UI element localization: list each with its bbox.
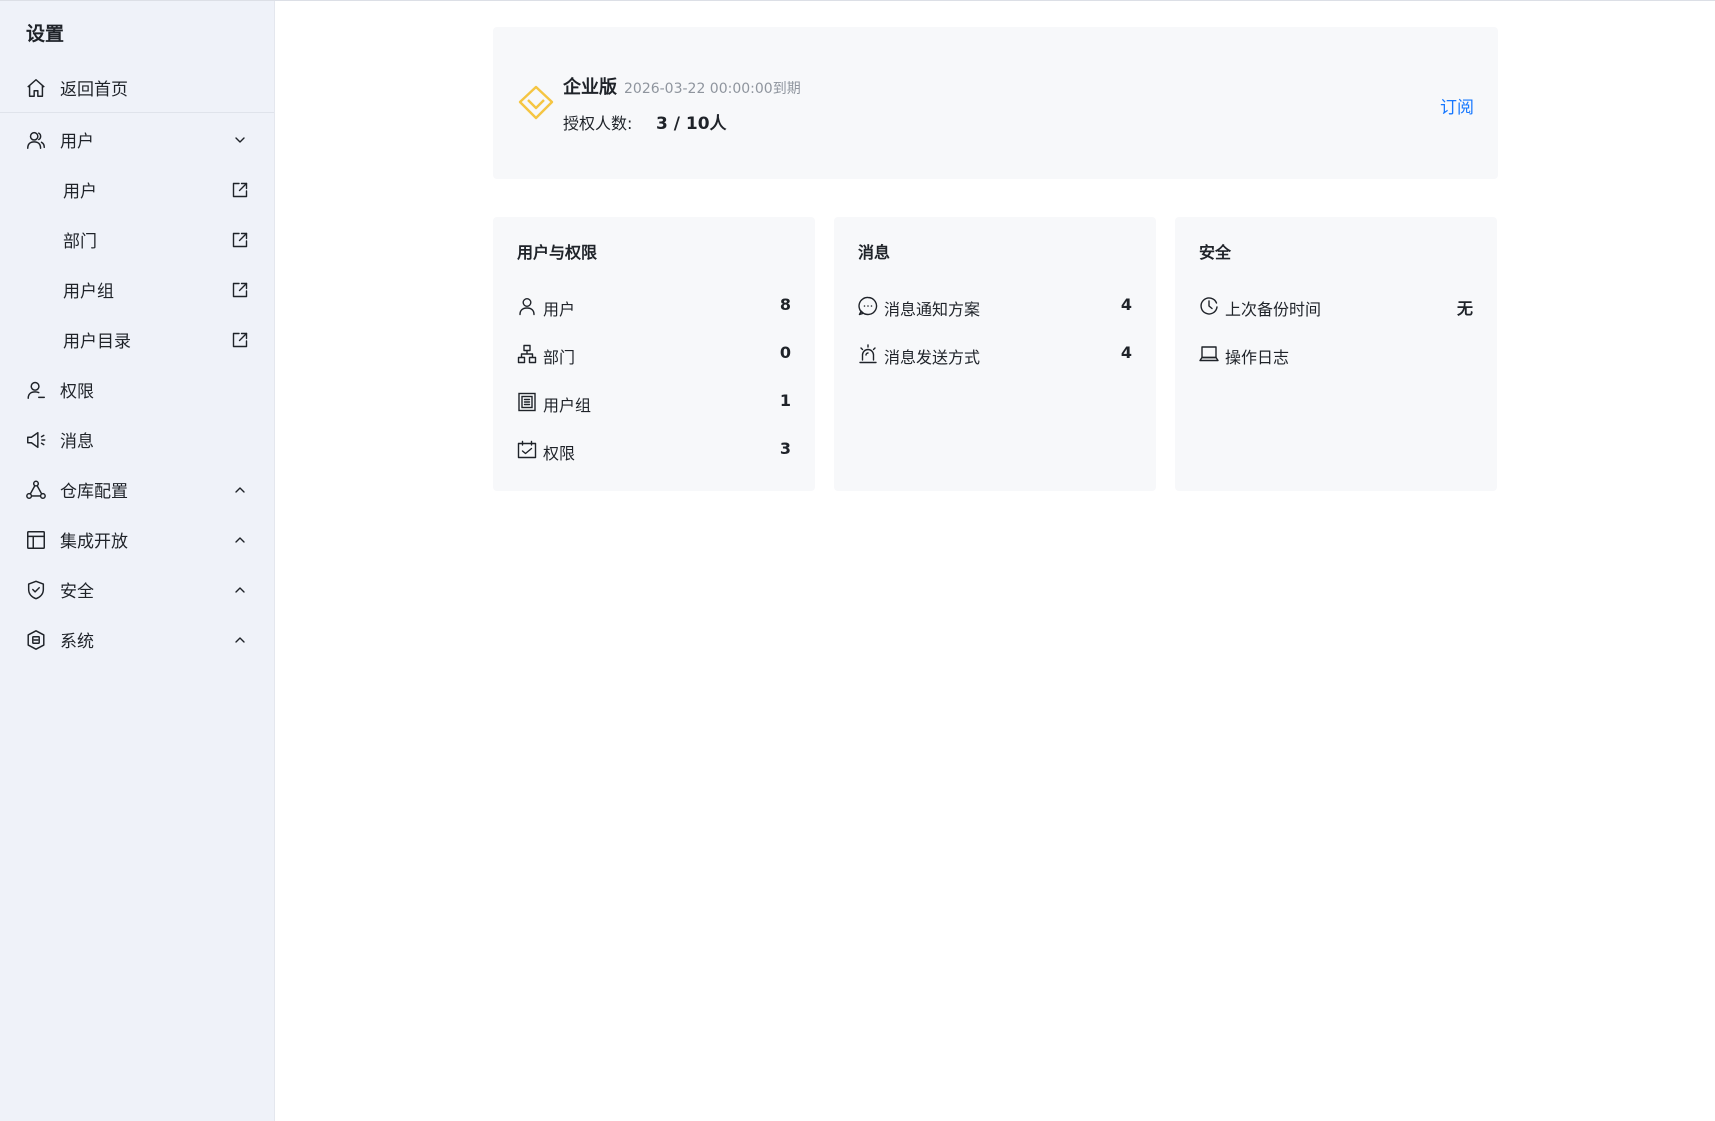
external-link-icon xyxy=(230,230,250,250)
stat-value: 3 xyxy=(779,439,791,458)
stat-label: 用户组 xyxy=(543,396,592,415)
sidebar-item-permissions[interactable]: 权限 xyxy=(0,369,274,409)
stat-label: 消息发送方式 xyxy=(884,348,981,367)
external-link-icon xyxy=(230,280,250,300)
laptop-icon xyxy=(1199,344,1219,364)
sidebar-item-label: 部门 xyxy=(63,231,97,252)
calendar-icon xyxy=(517,440,537,460)
sidebar-item-label: 返回首页 xyxy=(60,79,128,100)
nodes-icon xyxy=(24,478,48,502)
card-security: 安全 上次备份时间 无 操作日志 xyxy=(1175,217,1497,491)
stat-label: 操作日志 xyxy=(1225,348,1290,367)
license-seats-value: 3 / 10人 xyxy=(656,114,727,134)
sidebar-item-integration[interactable]: 集成开放 xyxy=(0,519,274,559)
user-icon xyxy=(517,296,537,316)
stat-label: 上次备份时间 xyxy=(1225,300,1322,319)
stat-row-operation-log[interactable]: 操作日志 xyxy=(1199,339,1473,369)
stat-row-user-groups[interactable]: 用户组 1 xyxy=(517,387,791,417)
megaphone-icon xyxy=(24,428,48,452)
sidebar-item-label: 用户目录 xyxy=(63,331,131,352)
card-title: 用户与权限 xyxy=(517,243,598,262)
sidebar-item-label: 用户组 xyxy=(63,281,114,302)
subscribe-link[interactable]: 订阅 xyxy=(1440,93,1474,118)
sidebar-item-repo-config[interactable]: 仓库配置 xyxy=(0,469,274,509)
chevron-up-icon[interactable] xyxy=(230,580,250,600)
sidebar-subitem-users[interactable]: 用户 xyxy=(0,169,274,209)
license-edition: 企业版 xyxy=(563,77,617,98)
user-key-icon xyxy=(24,378,48,402)
sidebar-subitem-user-groups[interactable]: 用户组 xyxy=(0,269,274,309)
sidebar-item-label: 系统 xyxy=(60,631,94,652)
license-expiry: 2026-03-22 00:00:00到期 xyxy=(624,81,801,97)
card-users-permissions: 用户与权限 用户 8 部门 0 用户组 1 权限 3 xyxy=(493,217,815,491)
sidebar-item-label: 仓库配置 xyxy=(60,481,128,502)
diamond-icon xyxy=(517,83,555,121)
chevron-up-icon[interactable] xyxy=(230,630,250,650)
card-messages: 消息 消息通知方案 4 消息发送方式 4 xyxy=(834,217,1156,491)
sidebar-title: 设置 xyxy=(26,23,65,45)
stat-value: 0 xyxy=(779,343,791,362)
sidebar-item-messages[interactable]: 消息 xyxy=(0,419,274,459)
sidebar-item-users[interactable]: 用户 xyxy=(0,119,274,159)
sidebar-item-label: 消息 xyxy=(60,431,94,452)
stat-row-last-backup[interactable]: 上次备份时间 无 xyxy=(1199,291,1473,321)
home-icon xyxy=(24,76,48,100)
sidebar-subitem-user-directory[interactable]: 用户目录 xyxy=(0,319,274,359)
sidebar-item-label: 集成开放 xyxy=(60,531,128,552)
sidebar-item-label: 权限 xyxy=(60,381,94,402)
license-panel: 企业版 2026-03-22 00:00:00到期 授权人数: 3 / 10人 … xyxy=(493,27,1498,179)
stat-row-users[interactable]: 用户 8 xyxy=(517,291,791,321)
users-icon xyxy=(24,128,48,152)
chevron-down-icon[interactable] xyxy=(230,130,250,150)
stat-label: 用户 xyxy=(543,300,576,319)
card-title: 安全 xyxy=(1199,243,1232,262)
external-link-icon xyxy=(230,180,250,200)
clock-history-icon xyxy=(1199,296,1219,316)
external-link-icon xyxy=(230,330,250,350)
settings-app: 设置 返回首页 用户 用户 部门 用户组 用户目录 权限 消息 仓库配置 集成开… xyxy=(0,0,1715,1121)
org-tree-icon xyxy=(517,344,537,364)
layout-icon xyxy=(24,528,48,552)
shield-check-icon xyxy=(24,578,48,602)
shield-badge-icon xyxy=(24,628,48,652)
sidebar: 设置 返回首页 用户 用户 部门 用户组 用户目录 权限 消息 仓库配置 集成开… xyxy=(0,1,275,1121)
stat-label: 权限 xyxy=(543,444,576,463)
stat-row-delivery-methods[interactable]: 消息发送方式 4 xyxy=(858,339,1132,369)
sidebar-item-label: 用户 xyxy=(60,131,94,152)
stat-value: 8 xyxy=(779,295,791,314)
sidebar-item-security[interactable]: 安全 xyxy=(0,569,274,609)
stat-value: 无 xyxy=(1456,299,1473,318)
chat-bubble-icon xyxy=(858,296,878,316)
stat-row-notification-schemes[interactable]: 消息通知方案 4 xyxy=(858,291,1132,321)
chevron-up-icon[interactable] xyxy=(230,530,250,550)
card-title: 消息 xyxy=(858,243,891,262)
sidebar-item-home[interactable]: 返回首页 xyxy=(0,67,274,107)
stat-value: 4 xyxy=(1120,343,1132,362)
stat-row-permissions[interactable]: 权限 3 xyxy=(517,435,791,465)
sidebar-divider xyxy=(0,112,274,113)
stat-row-departments[interactable]: 部门 0 xyxy=(517,339,791,369)
license-seats-label: 授权人数: xyxy=(563,114,633,133)
stat-value: 4 xyxy=(1120,295,1132,314)
sidebar-item-system[interactable]: 系统 xyxy=(0,619,274,659)
sidebar-item-label: 安全 xyxy=(60,581,94,602)
stat-value: 1 xyxy=(779,391,791,410)
alarm-light-icon xyxy=(858,344,878,364)
stat-label: 部门 xyxy=(543,348,576,367)
sidebar-item-label: 用户 xyxy=(63,181,97,202)
stat-label: 消息通知方案 xyxy=(884,300,981,319)
chevron-up-icon[interactable] xyxy=(230,480,250,500)
sidebar-subitem-departments[interactable]: 部门 xyxy=(0,219,274,259)
building-icon xyxy=(517,392,537,412)
